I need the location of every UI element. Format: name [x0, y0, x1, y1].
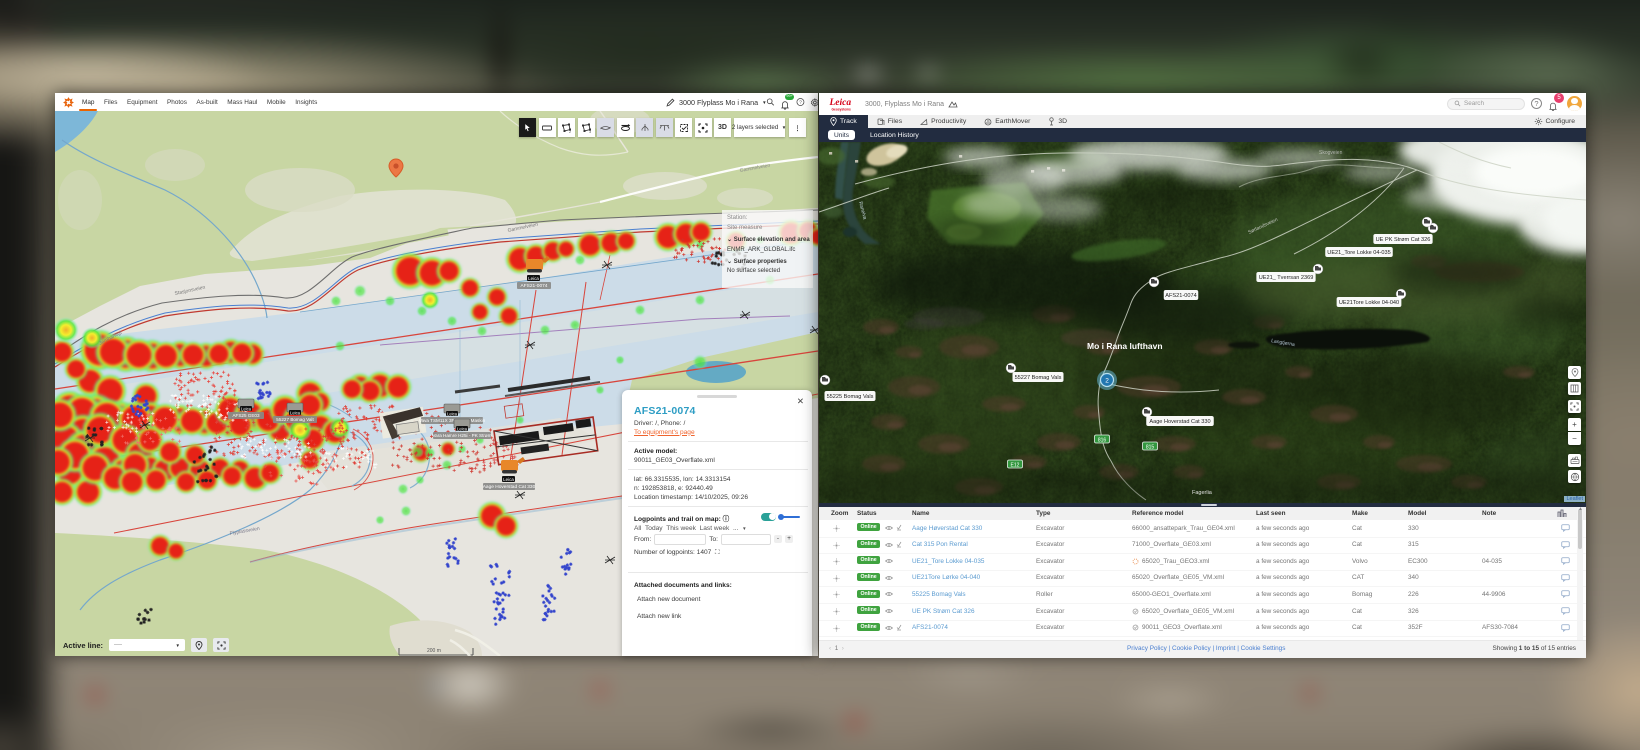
- svg-text:2: 2: [569, 129, 571, 132]
- svg-text:UE PK Strøm Cat 326: UE PK Strøm Cat 326: [1376, 237, 1431, 243]
- svg-text:UE21_Tore Lokke 04-035: UE21_Tore Lokke 04-035: [1327, 250, 1390, 256]
- svg-text:Leica: Leica: [503, 477, 514, 482]
- svg-text:Leica: Leica: [457, 427, 468, 432]
- svg-text:Leica: Leica: [241, 407, 252, 412]
- svg-text:55227 Bomag Vals: 55227 Bomag Vals: [1015, 375, 1062, 381]
- svg-text:AFS25 GE03: AFS25 GE03: [232, 413, 260, 418]
- svg-text:Aage Hoverstad Cat 330: Aage Hoverstad Cat 330: [483, 484, 536, 490]
- svg-text:Mo i Rana lufthavn: Mo i Rana lufthavn: [1087, 341, 1163, 351]
- svg-text:3: 3: [589, 129, 591, 132]
- svg-text:Geosystems: Geosystems: [832, 108, 852, 112]
- svg-text:Leica: Leica: [290, 411, 301, 416]
- svg-text:200 m: 200 m: [427, 648, 441, 654]
- svg-text:E12: E12: [1011, 462, 1020, 468]
- svg-text:Aage Hoverstad Cat 330: Aage Hoverstad Cat 330: [1149, 419, 1210, 425]
- svg-text:Leica: Leica: [447, 412, 458, 417]
- svg-text:55225 Bomag Vals: 55225 Bomag Vals: [827, 394, 874, 400]
- svg-text:?: ?: [799, 100, 802, 106]
- svg-text:55227 Bomag Valt: 55227 Bomag Valt: [276, 417, 314, 422]
- svg-text:Fagerlia: Fagerlia: [1192, 490, 1213, 496]
- svg-text:UE21_ Tverrsan 2369: UE21_ Tverrsan 2369: [1259, 275, 1314, 281]
- svg-text:2: 2: [1105, 378, 1109, 385]
- svg-text:Leica: Leica: [528, 276, 539, 281]
- svg-text:Leica: Leica: [829, 98, 851, 108]
- svg-text:Skogveien: Skogveien: [1319, 150, 1343, 156]
- svg-text:UE21Tore Lokke 04-040: UE21Tore Lokke 04-040: [1339, 300, 1399, 306]
- svg-text:816: 816: [1098, 437, 1107, 443]
- svg-text:815: 815: [1146, 444, 1155, 450]
- svg-text:AFS21-0074: AFS21-0074: [1165, 293, 1196, 299]
- svg-text:Vava TSM11X 3PM - MS Maskin: Vava TSM11X 3PM - MS Maskin: [419, 418, 486, 423]
- svg-text:Vara Hamre H25i - PK Strøm: Vara Hamre H25i - PK Strøm: [432, 433, 491, 438]
- svg-text:AFS21-0074: AFS21-0074: [521, 283, 548, 289]
